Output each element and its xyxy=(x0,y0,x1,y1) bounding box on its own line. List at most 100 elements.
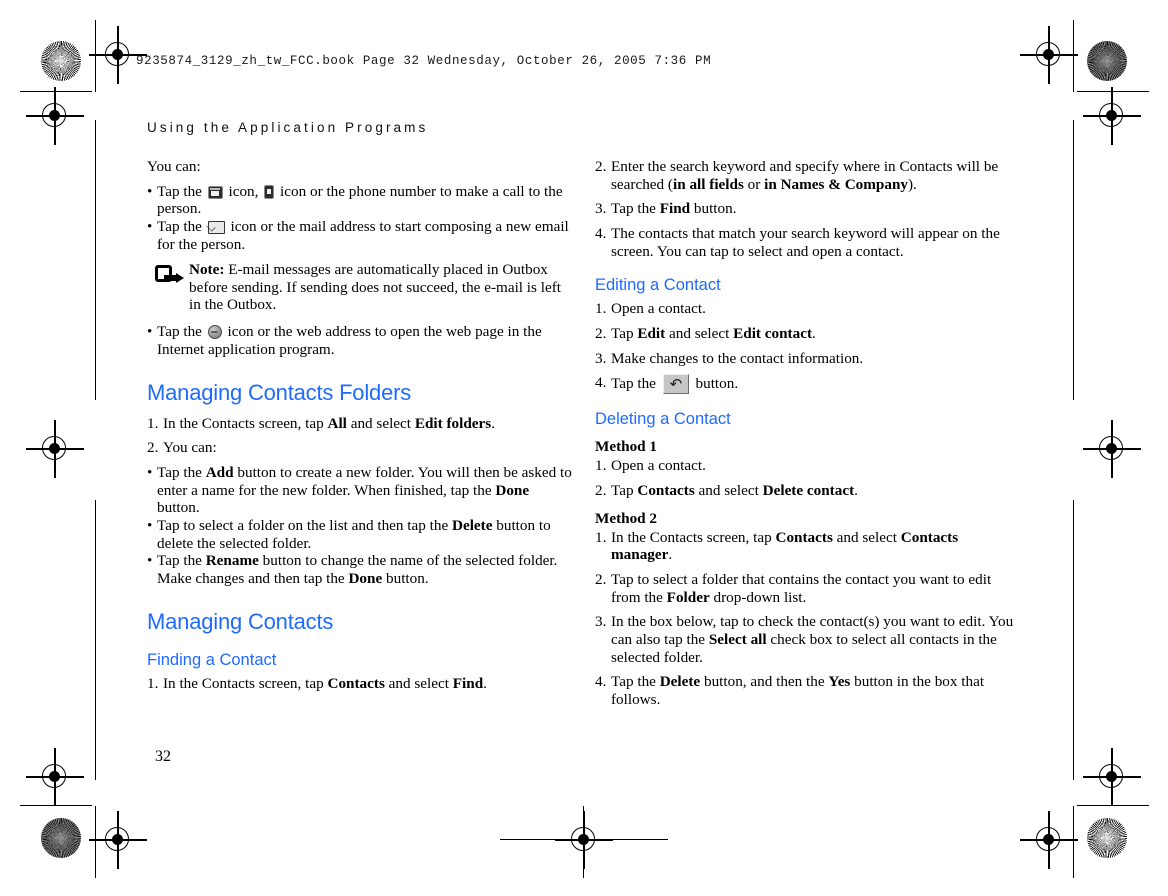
body-text: button. xyxy=(690,200,737,218)
list-item: • Tap the icon or the mail address to st… xyxy=(147,218,575,253)
note-text: E-mail messages are automatically placed… xyxy=(189,261,561,314)
method-2-label: Method 2 xyxy=(595,510,658,528)
body-text: and select xyxy=(694,481,763,499)
body-text: and select xyxy=(832,528,901,546)
side-rule-right-lower xyxy=(1073,500,1075,780)
step-text: Tap Edit and select Edit contact. xyxy=(611,325,1023,343)
bullet-dot: • xyxy=(147,217,153,235)
step-text: In the box below, tap to check the conta… xyxy=(611,613,1023,666)
globe-icon xyxy=(207,325,222,339)
numbered-step: 1. In the Contacts screen, tap All and s… xyxy=(147,415,575,433)
emphasis-term: Contacts xyxy=(327,675,385,693)
side-rule-left-lower xyxy=(95,500,97,780)
step-number: 4. xyxy=(595,374,607,392)
bullet-dot: • xyxy=(147,323,153,340)
step-text: In the Contacts screen, tap Contacts and… xyxy=(611,529,1023,564)
step-number: 2. xyxy=(595,324,607,342)
emphasis-term: Done xyxy=(348,569,383,587)
note-body: Note: E-mail messages are automatically … xyxy=(185,261,575,314)
step-text: Tap to select a folder that contains the… xyxy=(611,571,1023,606)
numbered-step: 3. Tap the Find button. xyxy=(595,200,1023,218)
trim-line-bottom-center-h xyxy=(500,839,566,841)
step-text: Make changes to the contact information. xyxy=(611,350,1023,368)
body-text: . xyxy=(854,481,858,499)
body-text: Tap xyxy=(611,481,638,499)
section-heading-managing-contacts: Managing Contacts xyxy=(147,609,334,635)
body-text: You can: xyxy=(163,439,217,457)
step-number: 2. xyxy=(595,571,607,588)
emphasis-term: Edit xyxy=(637,324,666,342)
registration-target-icon xyxy=(89,811,147,869)
step-number: 1. xyxy=(147,414,159,432)
bullet-text: Tap the Rename button to change the name… xyxy=(157,552,575,587)
numbered-step: 2. Enter the search keyword and specify … xyxy=(595,158,1023,193)
bullet-text: Tap the icon or the web address to open … xyxy=(157,323,575,358)
emphasis-term: Edit contact xyxy=(733,324,813,342)
body-text: In the Contacts screen, tap xyxy=(163,675,328,693)
mobile-phone-icon xyxy=(264,184,275,199)
back-arrow-icon[interactable]: ↷ xyxy=(662,374,689,395)
you-can-intro: You can: xyxy=(147,158,201,175)
body-text: and select xyxy=(665,324,734,342)
body-text: . xyxy=(491,414,495,432)
step-number: 2. xyxy=(595,481,607,499)
step-text: Open a contact. xyxy=(611,300,1023,318)
body-text: or xyxy=(743,175,765,193)
bullet-text: Tap the Add button to create a new folde… xyxy=(157,464,575,517)
radial-resolution-target-icon xyxy=(1087,818,1127,858)
emphasis-term: Delete xyxy=(659,673,701,691)
bullet-text: Tap the icon, icon or the phone number t… xyxy=(157,183,575,218)
step-text: The contacts that match your search keyw… xyxy=(611,225,1023,260)
numbered-step: 2. Tap Edit and select Edit contact. xyxy=(595,325,1023,343)
body-text: Tap the xyxy=(157,552,206,570)
body-text: Make changes to the contact information. xyxy=(611,349,864,367)
body-text: The contacts that match your search keyw… xyxy=(611,224,1000,260)
step-text: Open a contact. xyxy=(611,457,1023,475)
emphasis-term: Delete xyxy=(452,516,493,534)
emphasis-term: Yes xyxy=(828,673,851,691)
registration-target-icon xyxy=(1083,420,1141,478)
body-text: button, and then the xyxy=(700,673,829,691)
emphasis-term: Delete contact xyxy=(762,481,855,499)
step-number: 1. xyxy=(595,456,607,474)
step-number: 4. xyxy=(595,224,607,242)
bullet-group-web: • Tap the icon or the web address to ope… xyxy=(147,323,575,358)
trim-line-bottom-center-h2 xyxy=(602,839,668,841)
registration-target-icon xyxy=(89,26,147,84)
step-number: 4. xyxy=(595,673,607,691)
trim-line-bottom-left-v xyxy=(95,806,97,878)
registration-target-icon xyxy=(26,87,84,145)
radial-resolution-target-icon xyxy=(1087,41,1127,81)
emphasis-term: Contacts xyxy=(637,481,695,499)
step-number: 3. xyxy=(595,349,607,367)
numbered-step: 3. In the box below, tap to check the co… xyxy=(595,613,1023,666)
registration-target-icon xyxy=(1083,87,1141,145)
body-text: drop-down list. xyxy=(709,588,807,606)
body-text: Open a contact. xyxy=(611,456,706,474)
registration-target-icon xyxy=(1083,748,1141,806)
bullet-group-call-mail: • Tap the icon, icon or the phone number… xyxy=(147,183,575,254)
body-text: . xyxy=(812,324,816,342)
step-text: Enter the search keyword and specify whe… xyxy=(611,158,1023,193)
emphasis-term: All xyxy=(327,414,347,432)
numbered-step: 1. In the Contacts screen, tap Contacts … xyxy=(147,675,575,693)
emphasis-term: Rename xyxy=(205,552,259,570)
numbered-step: 2. You can: xyxy=(147,439,575,457)
subsection-heading-finding-a-contact: Finding a Contact xyxy=(147,650,277,669)
bullet-text: Tap to select a folder on the list and t… xyxy=(157,517,575,552)
body-text: ). xyxy=(908,175,917,193)
body-text: and select xyxy=(384,675,453,693)
trim-line-top-right xyxy=(1073,20,1075,92)
numbered-step: 4. The contacts that match your search k… xyxy=(595,225,1023,260)
side-rule-left xyxy=(95,120,97,400)
trim-line-left xyxy=(20,91,92,93)
emphasis-term: Find xyxy=(452,675,484,693)
step-text: In the Contacts screen, tap All and sele… xyxy=(163,415,575,433)
step-number: 2. xyxy=(147,439,159,457)
note-label: Note: xyxy=(189,261,225,279)
step-text: Tap the ↷ button. xyxy=(611,374,1023,395)
trim-line-bottom-right-h xyxy=(1077,805,1149,807)
body-text: button. xyxy=(157,499,200,517)
registration-target-icon xyxy=(26,420,84,478)
note-block: Note: E-mail messages are automatically … xyxy=(147,261,575,314)
